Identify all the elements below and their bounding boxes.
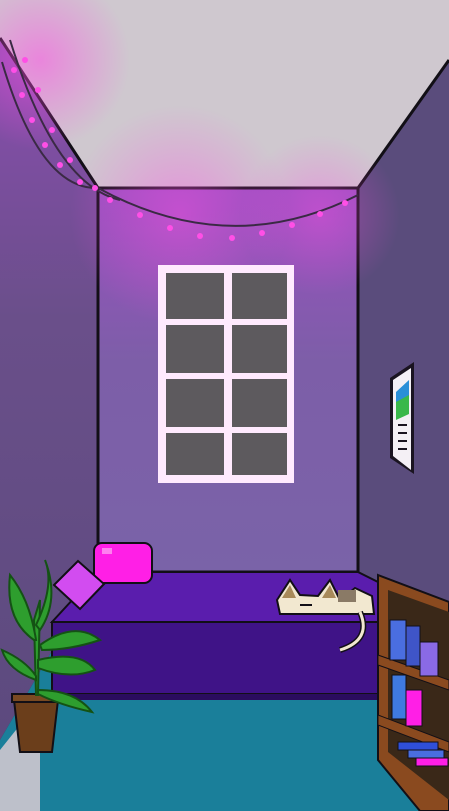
room-scene [0, 0, 449, 811]
window [158, 265, 294, 483]
poster [390, 362, 414, 474]
